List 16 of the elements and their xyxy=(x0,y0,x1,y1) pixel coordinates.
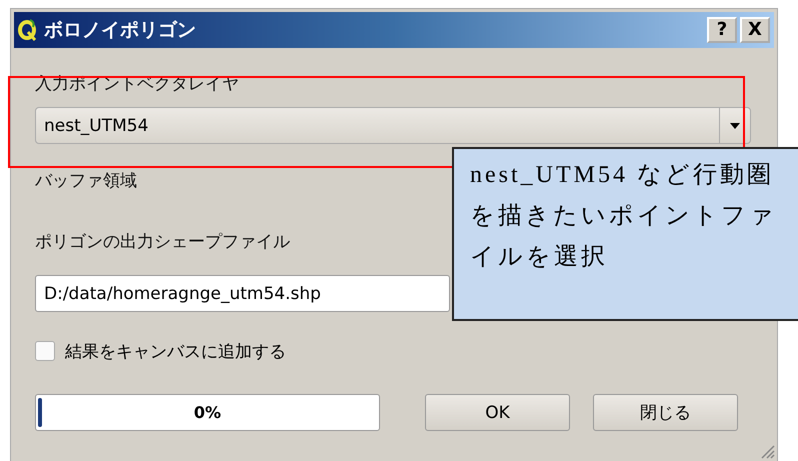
field-label: ポリゴンの出力シェープファイル xyxy=(35,232,290,252)
field-label: バッファ領域 xyxy=(35,171,137,191)
app-logo-icon xyxy=(18,18,38,42)
output-file-field[interactable]: D:/data/homeragnge_utm54.shp xyxy=(35,275,450,312)
close-dialog-button[interactable]: 閉じる xyxy=(593,394,738,431)
callout-tooltip: nest_UTM54 など行動圏を描きたいポイントファイルを選択 xyxy=(452,147,798,321)
checkbox[interactable] xyxy=(35,341,55,361)
ok-button[interactable]: OK xyxy=(425,394,570,431)
dropdown-arrow-icon xyxy=(729,122,741,130)
close-button[interactable]: X xyxy=(740,17,770,43)
resize-grip-icon[interactable] xyxy=(759,443,775,459)
window-title: ボロノイポリゴン xyxy=(44,18,196,43)
checkbox-label[interactable]: 結果をキャンバスに追加する xyxy=(65,340,286,362)
progress-text: 0% xyxy=(194,403,222,422)
layer-dropdown[interactable]: nest_UTM54 xyxy=(35,107,751,144)
help-button[interactable]: ? xyxy=(707,17,737,43)
